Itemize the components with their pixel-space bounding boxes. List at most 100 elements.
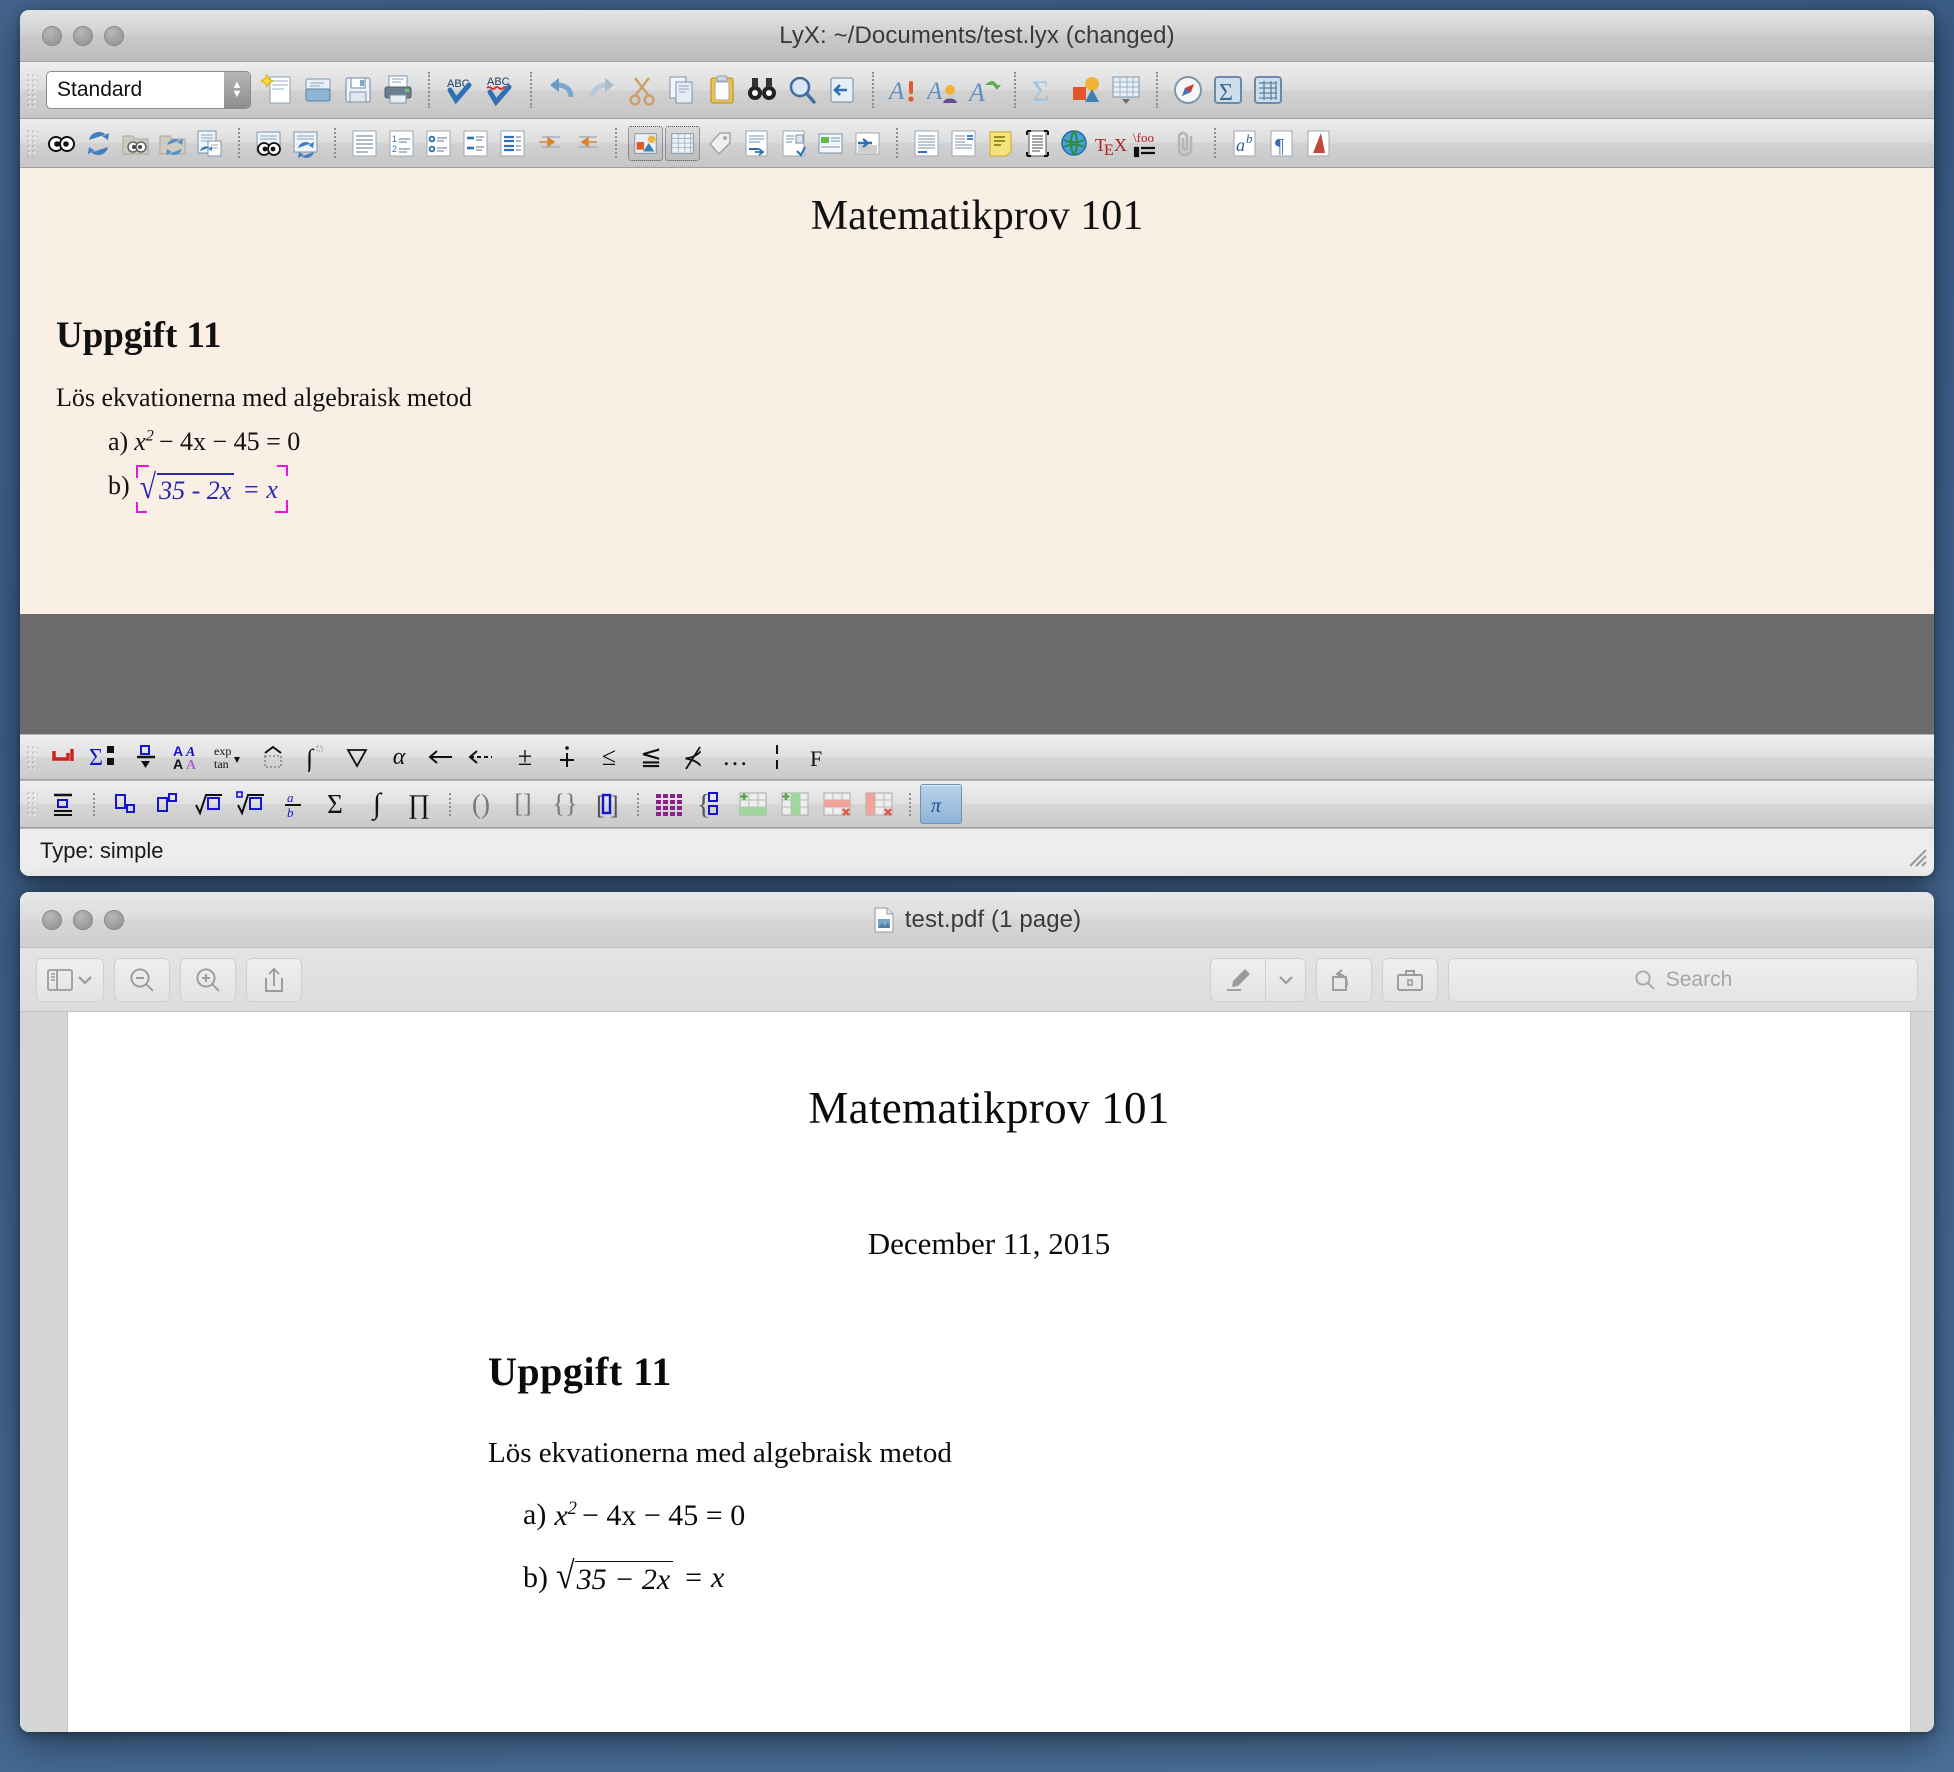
insert-table-inset-button[interactable] [665,125,700,161]
window-resize-grip[interactable] [1906,846,1928,868]
zoom-magnifier-button[interactable] [783,71,821,109]
insert-graphics-button[interactable] [1067,71,1105,109]
markup-button-group[interactable] [1210,957,1306,1002]
math-inset-b[interactable]: √ 35 - 2x = x [135,465,289,513]
preview-toolbar[interactable]: Search [20,948,1934,1012]
insert-graphics-inset-button[interactable] [628,125,663,161]
toggle-outline-button[interactable] [1301,126,1336,161]
go-back-button[interactable] [823,71,861,109]
math-fraction-button[interactable]: ab [272,784,314,824]
zoom-out-button[interactable] [114,957,170,1002]
toggle-math-toolbar-button[interactable] [1169,71,1207,109]
zoom-button[interactable] [104,25,124,46]
math-panel-button[interactable]: Σ [1209,71,1247,109]
description-list-button[interactable] [458,126,493,161]
math-greek-alpha-button[interactable]: α [378,737,420,777]
insert-hyperlink-button[interactable] [1057,126,1092,161]
math-delete-column-button[interactable] [858,784,900,824]
paragraph-style-stepper[interactable]: ▲ ▼ [224,72,250,108]
math-arrow-button[interactable] [420,737,462,777]
copy-button[interactable] [663,71,701,109]
list-environment-button[interactable] [495,126,530,161]
close-button[interactable] [42,909,62,930]
paragraph-standard-button[interactable] [347,126,382,161]
insert-macro-button[interactable]: \foo [1131,126,1166,161]
math-product-button[interactable]: ∏ [398,784,440,824]
view-master-document-button[interactable] [251,126,286,161]
find-replace-button[interactable] [743,71,781,109]
insert-label-button[interactable] [702,126,737,161]
sidebar-toggle-button[interactable] [36,957,104,1002]
update-master-document-button[interactable] [288,126,323,161]
math-stack-button[interactable] [126,737,168,777]
math-insert-newline-button[interactable] [42,737,84,777]
insert-yellow-note-button[interactable] [983,126,1018,161]
lyx-window[interactable]: LyX: ~/Documents/test.lyx (changed) Stan… [20,10,1934,876]
insert-listing-button[interactable] [1020,126,1055,161]
apply-last-style-button[interactable]: A [965,71,1003,109]
math-long-arrow-button[interactable] [462,737,504,777]
insert-tex-code-button[interactable]: TEX [1094,126,1129,161]
save-document-button[interactable] [339,71,377,109]
view-dvi-button[interactable] [44,126,79,161]
math-equation-align-button[interactable] [42,784,84,824]
pdf-scroll-area[interactable]: Matematikprov 101 December 11, 2015 Uppg… [20,1012,1934,1732]
undo-button[interactable] [543,71,581,109]
math-dotplus-button[interactable] [546,737,588,777]
math-add-column-button[interactable] [774,784,816,824]
insert-note-button[interactable] [813,126,848,161]
insert-float-button[interactable] [909,126,944,161]
share-button[interactable] [246,957,302,1002]
rotate-left-button[interactable] [1316,957,1372,1002]
open-document-button[interactable] [299,71,337,109]
math-plusminus-button[interactable]: ± [504,737,546,777]
math-accent-button[interactable] [252,737,294,777]
insert-box-button[interactable] [850,126,885,161]
insert-file-button[interactable] [1168,126,1203,161]
insert-math-button[interactable]: Σ [1027,71,1065,109]
math-nabla-button[interactable] [336,737,378,777]
markup-dropdown-button[interactable] [1266,957,1306,1002]
math-delete-row-button[interactable] [816,784,858,824]
math-parentheses-button[interactable]: () [460,784,502,824]
preview-window[interactable]: test.pdf (1 page) Search Matematikprov 1… [20,892,1934,1732]
minimize-button[interactable] [73,909,93,930]
table-panel-button[interactable] [1249,71,1287,109]
math-nthroot-button[interactable] [230,784,272,824]
emphasis-style-button[interactable]: A [885,71,923,109]
math-subscript-button[interactable] [104,784,146,824]
math-font-style-button[interactable]: AAAA [168,737,210,777]
insert-footnote-button[interactable] [739,126,774,161]
math-delimiter-bar-button[interactable] [756,737,798,777]
math-delimiters-button[interactable]: [] [586,784,628,824]
lyx-window-controls[interactable] [42,25,124,46]
lyx-main-toolbar[interactable]: Standard ▲ ▼ ABC ABC A A A Σ Σ [20,62,1934,119]
math-dots-button[interactable]: … [714,737,756,777]
cut-button[interactable] [623,71,661,109]
math-fraktur-f-button[interactable]: F [798,737,840,777]
math-sum-limits-button[interactable]: Σ [84,737,126,777]
update-other-formats-button[interactable] [155,126,190,161]
paragraph-settings-button[interactable]: ¶ [1264,126,1299,161]
custom-text-style-button[interactable]: A [925,71,963,109]
math-add-row-button[interactable] [732,784,774,824]
decrease-depth-button[interactable] [569,126,604,161]
bulleted-list-button[interactable] [421,126,456,161]
math-toolbar-secondary[interactable]: ab Σ ∫ ∏ () [] {} [] { π [20,780,1934,828]
lyx-titlebar[interactable]: LyX: ~/Documents/test.lyx (changed) [20,10,1934,62]
thesaurus-button[interactable]: ABC [481,71,519,109]
math-toggle-macro-button[interactable]: π [920,784,962,824]
lyx-document-canvas[interactable]: Matematikprov 101 Uppgift 11 Lös ekvatio… [20,168,1934,614]
toggle-toolbar-button[interactable]: ab [1227,126,1262,161]
paragraph-style-combobox[interactable]: Standard ▲ ▼ [46,71,251,109]
math-brackets-button[interactable]: [] [502,784,544,824]
toolbar-grip[interactable] [26,791,38,817]
math-braces-button[interactable]: {} [544,784,586,824]
markup-button[interactable] [1210,957,1266,1002]
math-sqrt-button[interactable] [188,784,230,824]
close-button[interactable] [42,25,62,46]
insert-table-button[interactable] [1107,71,1145,109]
math-superscript-button[interactable] [146,784,188,824]
math-leqq-button[interactable]: ≦ [630,737,672,777]
redo-button[interactable] [583,71,621,109]
